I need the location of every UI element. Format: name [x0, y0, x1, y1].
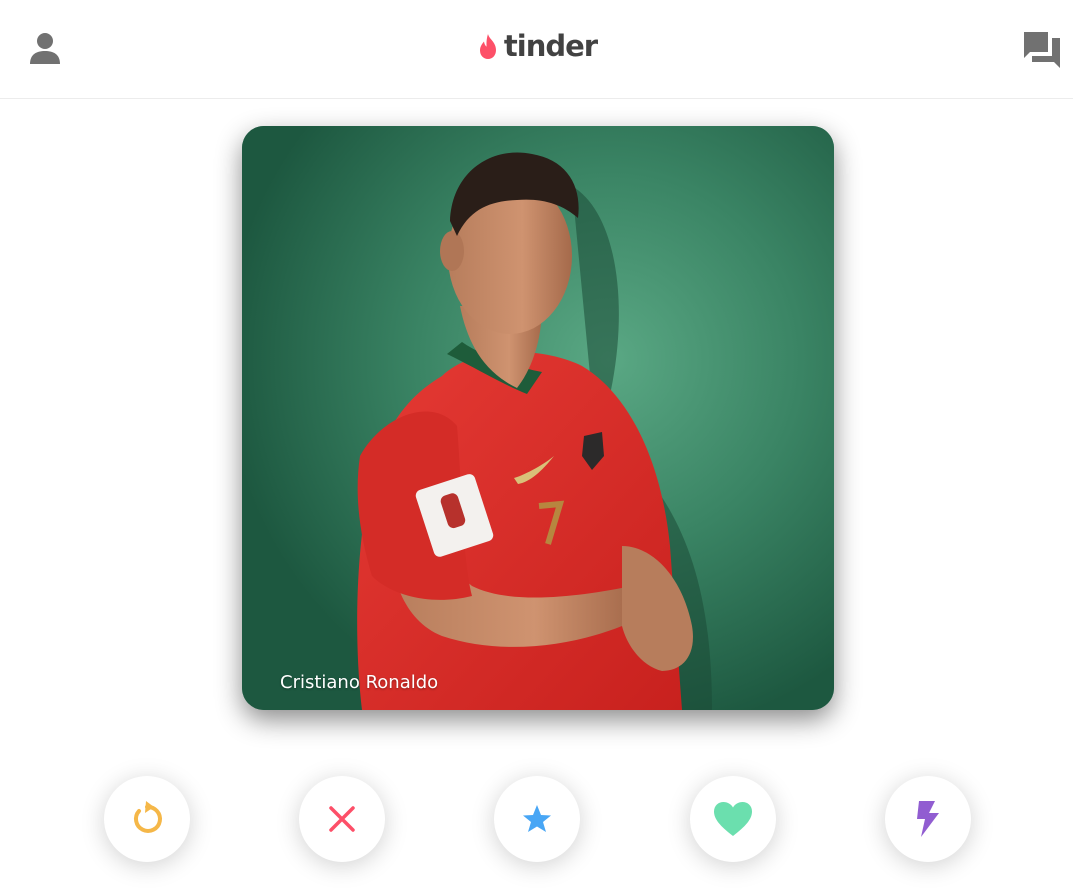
tinder-logo[interactable]: tinder	[0, 26, 1073, 66]
rewind-icon	[133, 801, 162, 833]
lightning-icon	[917, 801, 939, 837]
flame-icon	[479, 34, 496, 59]
heart-icon	[714, 802, 752, 836]
boost-button[interactable]	[885, 776, 971, 862]
super-like-button[interactable]	[494, 776, 580, 862]
like-button[interactable]	[690, 776, 776, 862]
profile-name: Cristiano Ronaldo	[280, 672, 439, 693]
messages-button[interactable]	[1020, 28, 1064, 70]
portrait-photo	[242, 126, 834, 710]
close-icon	[329, 806, 355, 832]
rewind-button[interactable]	[104, 776, 190, 862]
logo-text: tinder	[503, 28, 598, 63]
profile-card[interactable]: Cristiano Ronaldo	[242, 126, 834, 710]
star-icon	[523, 805, 551, 832]
chat-bubbles-icon	[1024, 32, 1060, 68]
top-bar: tinder	[0, 0, 1073, 99]
nope-button[interactable]	[299, 776, 385, 862]
